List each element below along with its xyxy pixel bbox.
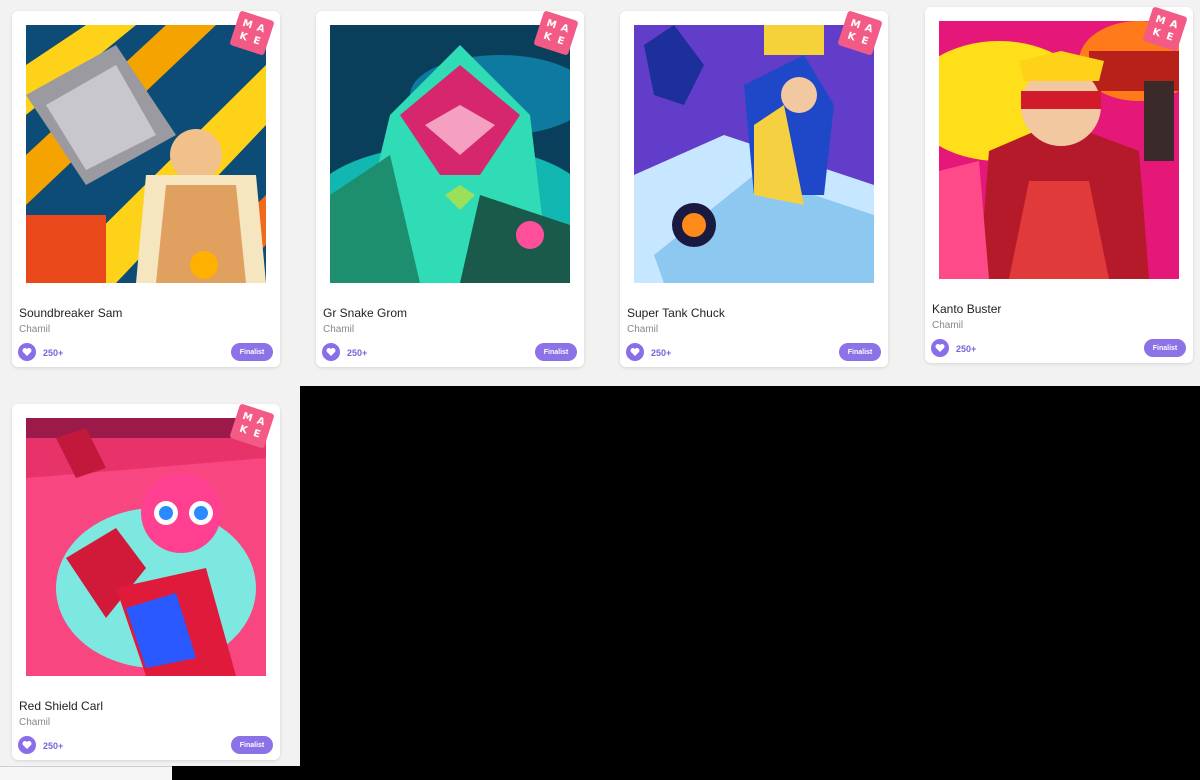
artwork-card[interactable]: MA KE Red Shield Carl Chamil 250+ Finali…	[12, 403, 280, 760]
artwork-image[interactable]	[939, 21, 1179, 279]
card-author[interactable]: Chamil	[19, 324, 50, 335]
artwork-card[interactable]: MA KE Soundbreaker Sam Chamil 250+ Final…	[12, 10, 280, 367]
heart-icon[interactable]	[18, 736, 36, 754]
artwork-card[interactable]: MA KE Super Tank Chuck Chamil 250+ Final…	[620, 10, 888, 367]
card-author[interactable]: Chamil	[627, 324, 658, 335]
card-title[interactable]: Gr Snake Grom	[323, 306, 407, 320]
card-author[interactable]: Chamil	[19, 717, 50, 728]
card-title[interactable]: Kanto Buster	[932, 302, 1001, 316]
like-count: 250+	[43, 348, 64, 358]
card-title[interactable]: Red Shield Carl	[19, 699, 103, 713]
card-title[interactable]: Super Tank Chuck	[627, 306, 725, 320]
heart-icon[interactable]	[18, 343, 36, 361]
like-count: 250+	[956, 344, 977, 354]
scrollbar-strip[interactable]	[0, 766, 172, 780]
like-count: 250+	[651, 348, 672, 358]
artwork-card[interactable]: MA KE Kanto Buster Chamil 250+ Finalist	[925, 6, 1193, 363]
finalist-badge: Finalist	[535, 343, 577, 361]
artwork-card[interactable]: MA KE Gr Snake Grom Chamil 250+ Finalist	[316, 10, 584, 367]
like-count: 250+	[347, 348, 368, 358]
artwork-image[interactable]	[26, 25, 266, 283]
artwork-image[interactable]	[330, 25, 570, 283]
like-count: 250+	[43, 741, 64, 751]
finalist-badge: Finalist	[231, 343, 273, 361]
finalist-badge: Finalist	[1144, 339, 1186, 357]
artwork-image[interactable]	[634, 25, 874, 283]
card-author[interactable]: Chamil	[932, 320, 963, 331]
finalist-badge: Finalist	[839, 343, 881, 361]
heart-icon[interactable]	[322, 343, 340, 361]
card-title[interactable]: Soundbreaker Sam	[19, 306, 122, 320]
heart-icon[interactable]	[626, 343, 644, 361]
artwork-image[interactable]	[26, 418, 266, 676]
finalist-badge: Finalist	[231, 736, 273, 754]
heart-icon[interactable]	[931, 339, 949, 357]
card-author[interactable]: Chamil	[323, 324, 354, 335]
